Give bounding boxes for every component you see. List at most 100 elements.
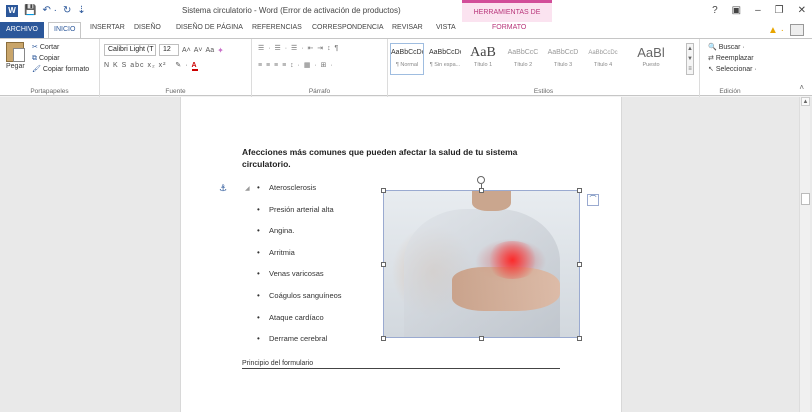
ribbon-tabs: ARCHIVO INICIO INSERTAR DISEÑO DISEÑO DE… — [0, 22, 812, 39]
tab-inicio[interactable]: INICIO — [48, 22, 82, 39]
style-heading-2[interactable]: AaBbCcC Título 2 — [506, 43, 540, 75]
list-item[interactable]: Angina. — [245, 226, 342, 248]
restore-button[interactable]: ❐ — [775, 5, 784, 16]
resize-handle-l[interactable] — [381, 262, 386, 267]
list-item[interactable]: Arritmia — [245, 248, 342, 270]
list-item[interactable]: Coágulos sanguíneos — [245, 291, 342, 313]
grow-font-button[interactable]: A˄ — [182, 47, 191, 54]
layout-options-icon[interactable]: ⌒ — [587, 194, 599, 206]
resize-handle-br[interactable] — [577, 336, 582, 341]
styles-label: Estilos — [533, 88, 554, 95]
style-title[interactable]: AaBl Puesto — [634, 43, 668, 75]
tab-insertar[interactable]: INSERTAR — [90, 24, 125, 31]
brush-icon: 🖌 — [32, 66, 41, 73]
binoculars-icon: 🔍 — [708, 44, 717, 51]
save-icon[interactable]: 💾 — [24, 5, 36, 17]
chest-pain-photo — [384, 191, 579, 337]
redo-icon[interactable]: ↻ — [63, 5, 71, 17]
vertical-scrollbar[interactable]: ▲ — [799, 97, 810, 412]
list-item[interactable]: Presión arterial alta — [245, 205, 342, 227]
tab-correspondencia[interactable]: CORRESPONDENCIA — [312, 24, 384, 31]
paragraph-label: Párrafo — [308, 88, 331, 95]
tab-formato[interactable]: FORMATO — [492, 24, 526, 31]
cut-button[interactable]: ✂ Cortar — [32, 42, 89, 53]
font-size-select[interactable]: 12 — [159, 44, 179, 56]
quick-access-toolbar: W 💾 ↶ · ↻ ⇣ — [6, 5, 86, 17]
resize-handle-tl[interactable] — [381, 188, 386, 193]
font-format-buttons[interactable]: N K S abc x₂ x² — [104, 62, 166, 69]
paragraph-row-1[interactable]: ☰ · ☰ · ☰ · ⇤ ⇥ ↕ ¶ — [258, 44, 339, 52]
anchor-icon[interactable]: ⚓ — [219, 183, 227, 194]
ribbon: Pegar ✂ Cortar ⧉ Copiar 🖌 Copiar formato Po… — [0, 38, 812, 97]
minimize-button[interactable]: – — [755, 5, 761, 16]
copy-button[interactable]: ⧉ Copiar — [32, 53, 89, 64]
word-app-icon[interactable]: W — [6, 5, 18, 17]
paragraph-group: ☰ · ☰ · ☰ · ⇤ ⇥ ↕ ¶ ≡ ≡ ≡ ≡ ↕ · ▦ · ⊞ · … — [252, 39, 388, 97]
tab-vista[interactable]: VISTA — [436, 24, 456, 31]
list-item[interactable]: Ataque cardíaco — [245, 313, 342, 335]
resize-handle-t[interactable] — [479, 188, 484, 193]
tab-diseno[interactable]: DISEÑO — [134, 24, 161, 31]
rotate-handle[interactable] — [477, 176, 485, 184]
highlight-icon[interactable]: ✎ · — [175, 62, 188, 69]
editing-group: 🔍 Buscar · ⇄ Reemplazar ↖ Seleccionar · Edi… — [700, 39, 760, 97]
tab-revisar[interactable]: REVISAR — [392, 24, 423, 31]
styles-more-icon[interactable]: ▲ ▼ ≡ — [686, 43, 694, 75]
tab-archivo[interactable]: ARCHIVO — [0, 22, 44, 38]
clipboard-items: ✂ Cortar ⧉ Copiar 🖌 Copiar formato — [32, 42, 89, 75]
tab-diseno-pagina[interactable]: DISEÑO DE PÁGINA — [176, 24, 243, 31]
replace-button[interactable]: ⇄ Reemplazar — [708, 53, 757, 64]
style-heading-4[interactable]: AaBbCcDc Título 4 — [586, 43, 620, 75]
cursor-icon: ↖ — [708, 66, 714, 73]
editing-items: 🔍 Buscar · ⇄ Reemplazar ↖ Seleccionar · — [708, 42, 757, 75]
style-heading-3[interactable]: AaBbCcD Título 3 — [546, 43, 580, 75]
scroll-up-icon[interactable]: ▲ — [801, 97, 810, 106]
style-normal[interactable]: AaBbCcDc ¶ Normal — [390, 43, 424, 75]
format-painter-button[interactable]: 🖌 Copiar formato — [32, 64, 89, 75]
font-row-1: Calibri Light (T 12 A˄ A˅ Aa ✦ — [104, 44, 224, 56]
help-button[interactable]: ? — [712, 5, 718, 16]
replace-icon: ⇄ — [708, 55, 714, 62]
copy-icon: ⧉ — [32, 55, 37, 62]
list-item[interactable]: ◢Aterosclerosis — [245, 183, 342, 205]
change-case-button[interactable]: Aa — [206, 47, 215, 54]
paste-button[interactable]: Pegar — [6, 42, 28, 70]
bullet-list: ◢Aterosclerosis Presión arterial alta An… — [245, 183, 342, 356]
customize-qat-icon[interactable]: ⇣ — [77, 5, 85, 17]
collapse-triangle-icon[interactable]: ◢ — [245, 184, 250, 194]
font-name-select[interactable]: Calibri Light (T — [104, 44, 156, 56]
avatar[interactable] — [790, 24, 804, 36]
picture-tools-title: HERRAMIENTAS DE IMAGEN — [462, 0, 552, 36]
select-button[interactable]: ↖ Seleccionar · — [708, 64, 757, 75]
clear-format-icon[interactable]: ✦ — [217, 46, 224, 55]
resize-handle-tr[interactable] — [577, 188, 582, 193]
font-color-button[interactable]: A — [191, 62, 198, 71]
selected-image[interactable] — [383, 190, 580, 338]
resize-handle-b[interactable] — [479, 336, 484, 341]
paste-icon — [6, 42, 25, 62]
close-button[interactable]: ✕ — [798, 5, 806, 16]
user-area: ▲ · — [768, 24, 804, 36]
resize-handle-bl[interactable] — [381, 336, 386, 341]
document-page[interactable]: Afecciones más comunes que pueden afecta… — [180, 97, 622, 412]
undo-icon[interactable]: ↶ · — [42, 5, 57, 17]
clipboard-label: Portapapeles — [30, 88, 69, 95]
paragraph-row-2[interactable]: ≡ ≡ ≡ ≡ ↕ · ▦ · ⊞ · — [258, 61, 334, 69]
scrollbar-thumb[interactable] — [801, 193, 810, 205]
ribbon-display-options-icon[interactable]: ▣ — [732, 5, 741, 16]
style-no-spacing[interactable]: AaBbCcDc ¶ Sin espa... — [428, 43, 462, 75]
resize-handle-r[interactable] — [577, 262, 582, 267]
list-item[interactable]: Derrame cerebral — [245, 334, 342, 356]
warning-icon[interactable]: ▲ · — [768, 25, 784, 36]
document-area: Afecciones más comunes que pueden afecta… — [0, 97, 812, 412]
tab-referencias[interactable]: REFERENCIAS — [252, 24, 302, 31]
style-heading-1[interactable]: AaB Título 1 — [466, 43, 500, 75]
scissors-icon: ✂ — [32, 44, 38, 51]
collapse-ribbon-icon[interactable]: ˄ — [799, 83, 804, 92]
neck-shape — [471, 191, 511, 212]
list-item[interactable]: Venas varicosas — [245, 269, 342, 291]
font-group: Calibri Light (T 12 A˄ A˅ Aa ✦ N K S abc… — [100, 39, 252, 97]
document-heading: Afecciones más comunes que pueden afecta… — [242, 147, 518, 169]
find-button[interactable]: 🔍 Buscar · — [708, 42, 757, 53]
shrink-font-button[interactable]: A˅ — [194, 47, 203, 54]
